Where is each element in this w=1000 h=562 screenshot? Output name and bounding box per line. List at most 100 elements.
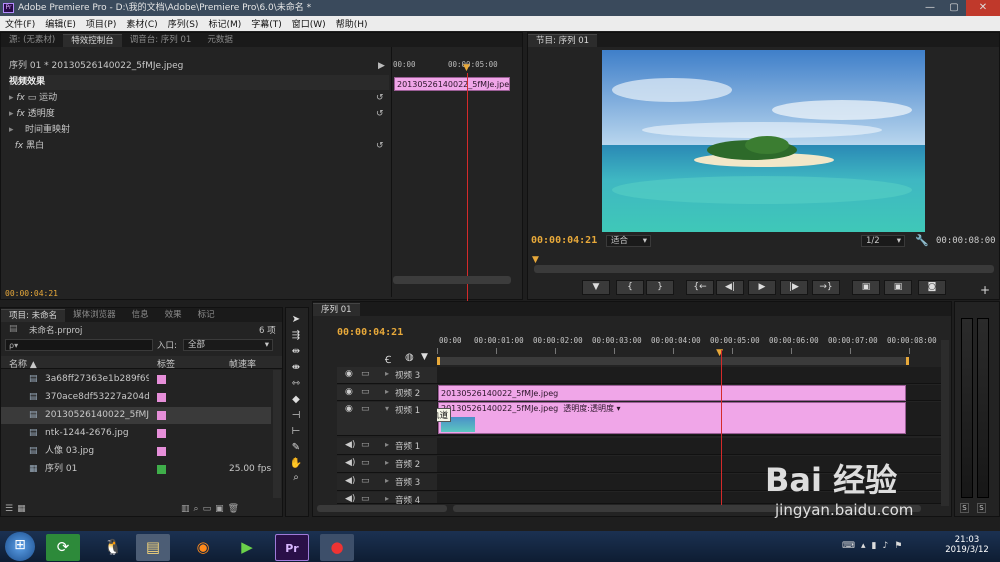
lock-icon[interactable]: ▭ xyxy=(361,440,370,450)
effect-timecode[interactable]: 00:00:04:21 xyxy=(5,289,58,298)
extract-button[interactable]: ▣ xyxy=(884,280,912,295)
maximize-button[interactable]: ▢ xyxy=(942,0,966,16)
list-view-icon[interactable]: ☰ xyxy=(5,504,17,514)
media-player-icon[interactable]: ▶ xyxy=(230,534,264,561)
project-item-row[interactable]: ▤ 3a68ff27363e1b289f69628c xyxy=(1,371,271,388)
tab-sequence[interactable]: 序列 01 xyxy=(313,303,360,316)
effect-scrollbar[interactable] xyxy=(393,276,511,284)
volume-icon[interactable]: ♪ xyxy=(882,541,894,551)
lock-icon[interactable]: ▭ xyxy=(361,369,370,379)
column-label[interactable]: 标签 xyxy=(157,357,175,370)
mark-in-button[interactable]: { xyxy=(616,280,644,295)
expand-track-icon[interactable]: ▸ xyxy=(385,494,389,503)
fit-dropdown[interactable]: 适合 ▾ xyxy=(606,235,651,247)
reset-icon[interactable]: ↺ xyxy=(376,139,384,154)
track-lane[interactable] xyxy=(437,492,941,504)
label-swatch[interactable] xyxy=(157,429,166,438)
snap-icon[interactable]: Ꞓ xyxy=(385,352,391,366)
tab-info[interactable]: 信息 xyxy=(124,309,157,322)
track-header[interactable]: ◀) ▭ ▸ 音频 2 xyxy=(337,456,437,473)
expand-arrow-icon[interactable]: ▸ xyxy=(9,125,16,135)
premiere-taskbar-icon[interactable]: Pr xyxy=(275,534,309,561)
refresh-app-icon[interactable]: ⟳ xyxy=(46,534,80,561)
effect-row-motion[interactable]: ▸ fx ▭ 运动 ↺ xyxy=(9,91,389,106)
play-clip-icon[interactable]: ▶ xyxy=(378,59,388,74)
fx-badge[interactable]: fx xyxy=(16,93,25,103)
wrench-icon[interactable]: 🔧 xyxy=(915,234,929,247)
hand-tool-icon[interactable]: ✋ xyxy=(287,456,305,471)
track-lane[interactable] xyxy=(437,456,941,473)
delete-icon[interactable]: 🗑 xyxy=(228,504,243,514)
keyboard-icon[interactable]: ⌨ xyxy=(842,541,861,551)
track-lane[interactable] xyxy=(437,367,941,384)
slip-tool-icon[interactable]: ⊣ xyxy=(287,408,305,423)
tab-effect-controls[interactable]: 特效控制台 xyxy=(63,34,122,47)
track-header[interactable]: ◀) ▭ ▸ 音频 3 xyxy=(337,474,437,491)
effect-row-time-remap[interactable]: ▸ 时间重映射 xyxy=(9,123,389,138)
network-icon[interactable]: ▮ xyxy=(872,541,883,551)
solo-left-button[interactable]: S xyxy=(960,503,969,513)
sequence-marker-icon[interactable]: ◍ xyxy=(405,352,414,363)
effect-clip-bar[interactable]: 20130526140022_5fMJe.jpeg xyxy=(394,77,510,91)
eye-icon[interactable]: ◉ xyxy=(345,387,353,397)
monitor-scrubber[interactable] xyxy=(534,265,994,273)
expand-track-icon[interactable]: ▸ xyxy=(385,458,389,467)
expand-track-icon[interactable]: ▸ xyxy=(385,369,389,378)
lock-icon[interactable]: ▭ xyxy=(361,387,370,397)
project-item-row[interactable]: ▤ ntk-1244-2676.jpg xyxy=(1,425,271,442)
reset-icon[interactable]: ↺ xyxy=(376,91,384,106)
menu-file[interactable]: 文件(F) xyxy=(0,17,40,30)
menu-sequence[interactable]: 序列(S) xyxy=(163,17,204,30)
label-swatch[interactable] xyxy=(157,393,166,402)
add-button-icon[interactable]: + xyxy=(980,283,990,297)
timeline-timecode[interactable]: 00:00:04:21 xyxy=(337,327,403,338)
recorder-icon[interactable]: ● xyxy=(320,534,354,561)
speaker-icon[interactable]: ◀) xyxy=(345,440,355,450)
up-arrow-icon[interactable]: ▴ xyxy=(861,541,872,551)
video2-clip[interactable]: 20130526140022_5fMJe.jpeg xyxy=(438,385,906,401)
track-header[interactable]: ◀) ▭ ▸ 音频 4 xyxy=(337,492,437,506)
in-filter-dropdown[interactable]: 全部 ▾ xyxy=(183,339,273,351)
slide-tool-icon[interactable]: ⊢ xyxy=(287,424,305,439)
file-explorer-icon[interactable]: ▤ xyxy=(136,534,170,561)
go-to-in-button[interactable]: {← xyxy=(686,280,714,295)
play-button[interactable]: ▶ xyxy=(748,280,776,295)
timeline-horizontal-scrollbar[interactable] xyxy=(453,505,921,512)
mark-out-button[interactable]: } xyxy=(646,280,674,295)
column-name[interactable]: 名称 ▲ xyxy=(9,357,37,370)
tab-project[interactable]: 项目: 未命名 xyxy=(1,309,66,322)
monitor-playhead-icon[interactable]: ▼ xyxy=(532,255,539,265)
go-to-out-button[interactable]: →} xyxy=(812,280,840,295)
track-header[interactable]: ◀) ▭ ▸ 音频 1 xyxy=(337,438,437,455)
find-icon[interactable]: ⌕ xyxy=(194,504,203,514)
speaker-icon[interactable]: ◀) xyxy=(345,458,355,468)
step-back-button[interactable]: ◀| xyxy=(716,280,744,295)
menu-title[interactable]: 字幕(T) xyxy=(246,17,287,30)
speaker-icon[interactable]: ◀) xyxy=(345,476,355,486)
menu-project[interactable]: 项目(P) xyxy=(81,17,121,30)
label-swatch[interactable] xyxy=(157,447,166,456)
expand-track-icon[interactable]: ▸ xyxy=(385,387,389,396)
tab-program[interactable]: 节目: 序列 01 xyxy=(528,34,598,47)
firefox-icon[interactable]: ◉ xyxy=(186,534,220,561)
minimize-button[interactable]: — xyxy=(918,0,942,16)
clock[interactable]: 21:03 2019/3/12 xyxy=(942,535,992,555)
tab-audio-mixer[interactable]: 调音台: 序列 01 xyxy=(122,34,200,47)
qq-icon[interactable]: 🐧 xyxy=(96,534,130,561)
flag-icon[interactable]: ⚑ xyxy=(894,541,908,551)
icon-view-icon[interactable]: ▦ xyxy=(17,504,30,514)
tab-metadata[interactable]: 元数据 xyxy=(199,34,241,47)
export-frame-button[interactable]: ◙ xyxy=(918,280,946,295)
effect-playhead[interactable] xyxy=(467,73,468,308)
timeline-playhead[interactable] xyxy=(721,350,723,505)
lock-icon[interactable]: ▭ xyxy=(361,476,370,486)
menu-help[interactable]: 帮助(H) xyxy=(331,17,373,30)
track-header[interactable]: ◉ ▭ ▸ 视频 2 xyxy=(337,385,437,401)
track-header[interactable]: ◉ ▭ ▸ 视频 3 xyxy=(337,367,437,384)
column-fps[interactable]: 帧速率 xyxy=(229,357,256,370)
menu-marker[interactable]: 标记(M) xyxy=(203,17,246,30)
start-button-icon[interactable]: ⊞ xyxy=(5,532,35,561)
new-item-icon[interactable]: ▣ xyxy=(215,504,228,514)
track-lane[interactable] xyxy=(437,474,941,491)
label-swatch[interactable] xyxy=(157,411,166,420)
